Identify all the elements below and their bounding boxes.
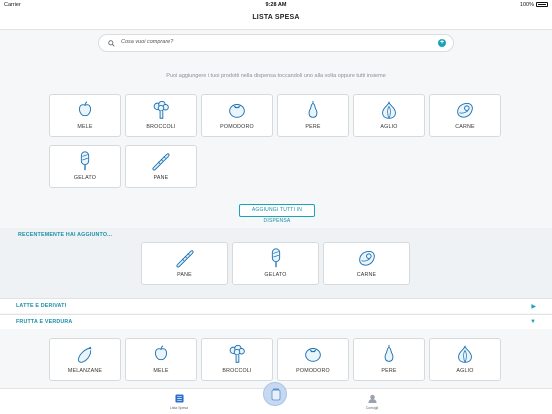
- search-icon: [108, 40, 115, 47]
- tile-label: MELE: [77, 124, 93, 130]
- garlic-icon: [382, 101, 396, 119]
- product-tile-pomodoro[interactable]: POMODORO: [277, 338, 349, 381]
- suggestion-tile-mele[interactable]: MELE: [49, 94, 121, 137]
- tomato-icon: [305, 348, 321, 362]
- clock: 9:28 AM: [265, 2, 287, 8]
- tab-label: Lista Spesa: [169, 406, 189, 410]
- product-tile-broccoli[interactable]: BROCCOLI: [201, 338, 273, 381]
- garlic-icon: [458, 345, 472, 363]
- tab-label: Consigli: [365, 406, 379, 410]
- product-tile-pere[interactable]: PERE: [353, 338, 425, 381]
- recent-tile-gelato[interactable]: GELATO: [232, 242, 319, 285]
- battery-percent: 100%: [519, 2, 534, 8]
- product-tile-melanzane[interactable]: MELANZANE: [49, 338, 121, 381]
- suggestion-tile-pane[interactable]: PANE: [125, 145, 197, 188]
- tile-label: PANE: [177, 272, 192, 278]
- battery-icon: [536, 2, 548, 7]
- pear-icon: [308, 100, 318, 118]
- tab-lista-spesa[interactable]: Lista Spesa: [159, 394, 199, 410]
- bread-icon: [175, 250, 194, 268]
- tile-label: POMODORO: [296, 368, 330, 374]
- tile-label: BROCCOLI: [222, 368, 252, 374]
- chevron-right-icon: ▶: [531, 304, 536, 310]
- tile-label: PERE: [305, 124, 321, 130]
- recent-tile-carne[interactable]: CARNE: [323, 242, 410, 285]
- ice-cream-icon: [271, 248, 280, 268]
- apple-icon: [79, 101, 91, 117]
- tile-label: POMODORO: [220, 124, 254, 130]
- category-label: FRUTTA E VERDURA: [16, 319, 73, 325]
- product-tile-aglio[interactable]: AGLIO: [429, 338, 501, 381]
- chevron-down-icon: ▼: [530, 319, 536, 325]
- ice-cream-icon: [80, 151, 90, 171]
- page-title: LISTA SPESA: [252, 14, 300, 21]
- apple-icon: [155, 345, 167, 361]
- tile-label: PERE: [381, 368, 397, 374]
- add-all-to-pantry-button[interactable]: AGGIUNGI TUTTI IN DISPENSA: [239, 204, 315, 224]
- tile-label: AGLIO: [380, 124, 398, 130]
- tab-consigli[interactable]: Consigli: [352, 394, 392, 410]
- suggestion-tile-gelato[interactable]: GELATO: [49, 145, 121, 188]
- suggestion-tile-carne[interactable]: CARNE: [429, 94, 501, 137]
- tile-label: BROCCOLI: [146, 124, 176, 130]
- tile-label: AGLIO: [456, 368, 474, 374]
- meat-icon: [457, 102, 473, 118]
- tile-label: MELANZANE: [67, 368, 103, 374]
- meat-icon: [358, 250, 375, 266]
- tile-label: GELATO: [264, 272, 287, 278]
- category-row-frutta-e-verdura[interactable]: FRUTTA E VERDURA ▼: [0, 314, 552, 329]
- tile-label: CARNE: [356, 272, 377, 278]
- list-icon: [174, 394, 184, 403]
- suggestion-tile-pomodoro[interactable]: POMODORO: [201, 94, 273, 137]
- category-row-latte-e-derivati[interactable]: LATTE E DERIVATI ▶: [0, 298, 552, 313]
- tomato-icon: [229, 104, 245, 118]
- category-label: LATTE E DERIVATI: [16, 303, 67, 309]
- add-icon[interactable]: +: [438, 39, 446, 47]
- broccoli-icon: [229, 344, 245, 363]
- profile-icon: [367, 394, 377, 403]
- tile-label: GELATO: [73, 175, 97, 181]
- pantry-jar-icon: [271, 388, 281, 401]
- navigation-bar: LISTA SPESA: [0, 9, 552, 30]
- product-tile-mele[interactable]: MELE: [125, 338, 197, 381]
- recent-tile-pane[interactable]: PANE: [141, 242, 228, 285]
- bread-icon: [152, 153, 170, 171]
- suggestion-tile-pere[interactable]: PERE: [277, 94, 349, 137]
- main-content[interactable]: Cosa vuoi comprare? + Puoi aggiungere i …: [0, 30, 552, 388]
- tile-label: MELE: [153, 368, 169, 374]
- suggestion-tile-aglio[interactable]: AGLIO: [353, 94, 425, 137]
- broccoli-icon: [153, 100, 169, 119]
- search-bar[interactable]: Cosa vuoi comprare? +: [98, 34, 454, 52]
- tile-label: CARNE: [455, 124, 475, 130]
- pear-icon: [384, 344, 394, 362]
- search-input[interactable]: Cosa vuoi comprare?: [121, 39, 173, 45]
- status-bar: Carrier 9:28 AM 100%: [0, 0, 552, 9]
- battery-indicator: 100%: [520, 2, 548, 8]
- tab-dispensa[interactable]: [263, 382, 287, 406]
- recent-section-title: RECENTEMENTE HAI AGGIUNTO...: [18, 232, 113, 238]
- hint-text: Puoi aggiungere i tuoi prodotti nella di…: [166, 73, 386, 79]
- suggestion-tile-broccoli[interactable]: BROCCOLI: [125, 94, 197, 137]
- eggplant-icon: [77, 346, 92, 363]
- tile-label: PANE: [153, 175, 169, 181]
